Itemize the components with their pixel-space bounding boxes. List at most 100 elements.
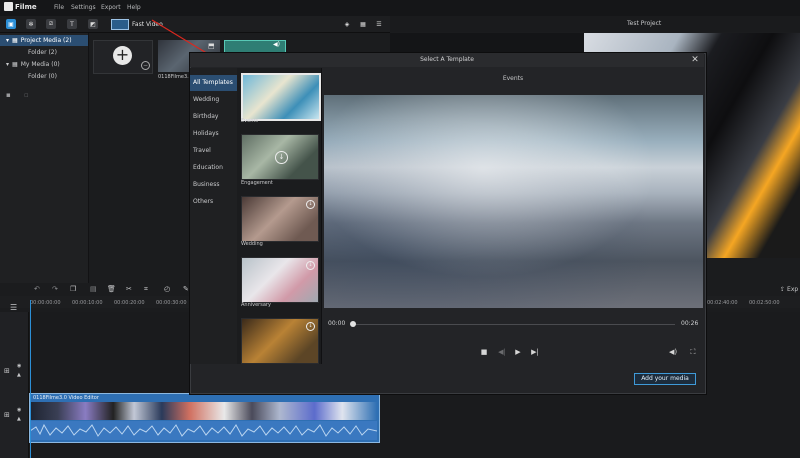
template-anniversary[interactable]: ↓ [241,257,319,303]
sidebar-item-my-folder[interactable]: Folder (0) [0,71,88,82]
edit-icon[interactable]: ✎ [183,285,189,293]
volume-icon[interactable]: ◀) [668,347,678,357]
playhead[interactable] [30,300,31,458]
dialog-title: Select A Template [190,53,704,67]
text-tab-icon[interactable]: T [67,19,77,29]
category-others[interactable]: Others [190,194,237,210]
delete-icon[interactable]: 🗑 [107,285,116,293]
grid-view-icon[interactable]: ▦ [358,19,368,29]
preview-title: Events [502,75,524,82]
project-title: Test Project [627,20,662,27]
clip-label: 0118Filme3.0 Video Editor [33,395,99,401]
effects-tab-icon[interactable]: ✻ [26,19,36,29]
split-icon[interactable]: ✂ [126,285,132,293]
visibility-icon[interactable]: ◉ [17,363,21,369]
copy-icon[interactable]: ❐ [70,285,76,293]
ruler-tick: 00:00:00:00 [30,300,61,306]
sidebar-item-folder[interactable]: Folder (2) [0,47,88,58]
total-time: 00:26 [681,320,699,327]
add-media-icon[interactable]: + [113,46,132,65]
undo-icon[interactable]: ↶ [34,285,40,293]
template-wedding[interactable]: ↓ [241,196,319,242]
sidebar-item-label: Folder (0) [28,73,57,80]
speed-icon[interactable]: ◴ [164,285,170,293]
paste-icon[interactable]: ▤ [90,285,97,293]
layers-icon[interactable]: ◈ [342,19,352,29]
ruler-tick: 00:00:30:00 [156,300,187,306]
crop-icon[interactable]: ⌗ [144,285,148,294]
lock-icon[interactable]: ▲ [17,416,21,422]
expand-icon: ▾ [6,37,10,44]
download-icon[interactable]: ↓ [275,151,288,164]
menu-settings[interactable]: Settings [71,4,96,11]
redo-icon[interactable]: ↷ [52,285,58,293]
category-business[interactable]: Business [190,177,237,193]
ruler-tick: 00:02:40:00 [707,300,738,306]
folder-icon: ▦ [12,37,18,44]
download-icon[interactable]: ↓ [306,322,315,331]
ruler-tick: 00:00:10:00 [72,300,103,306]
sidebar-item-label: Project Media (2) [20,37,72,44]
menu-help[interactable]: Help [127,4,141,11]
ruler-tick: 00:00:20:00 [114,300,145,306]
stop-icon[interactable]: ■ [479,347,489,357]
menu-file[interactable]: File [54,4,64,11]
export-icon: ⇪ [780,286,786,293]
menu-export[interactable]: Export [101,4,121,11]
visibility-icon[interactable]: ◉ [17,407,21,413]
media-tab-icon[interactable]: ▣ [6,19,16,29]
template-engagement[interactable]: ↓ [241,134,319,180]
sidebar-item-label: My Media (0) [20,61,60,68]
export-button[interactable]: ⇪ Exp [780,286,798,293]
app-logo: Filme [4,2,37,11]
category-all-templates[interactable]: All Templates [190,75,237,91]
template-label: Events [241,118,258,124]
template-label: Anniversary [241,302,271,308]
fullscreen-icon[interactable]: ⛶ [688,347,698,357]
track-type-icon: ⊞ [4,367,10,375]
more-options-icon[interactable]: − [141,61,150,70]
template-label: Engagement [241,180,273,186]
category-education[interactable]: Education [190,160,237,176]
new-folder-icon[interactable]: ▪ [6,91,11,99]
template-birthday[interactable]: ↓ [241,318,319,364]
play-icon[interactable]: ▶ [513,347,523,357]
timeline-menu-icon[interactable]: ☰ [10,303,17,312]
ruler-tick: 00:02:50:00 [749,300,780,306]
sidebar-item-label: Folder (2) [28,49,57,56]
download-icon[interactable]: ↓ [306,261,315,270]
clip-thumbnails [30,402,377,420]
folder-icon: ▦ [12,61,18,68]
template-events[interactable] [241,73,321,121]
audio-icon: ◀) [273,41,280,48]
previous-frame-icon[interactable]: ◀| [497,347,507,357]
progress-handle[interactable] [350,321,356,327]
category-wedding[interactable]: Wedding [190,92,237,108]
add-your-media-button[interactable]: Add your media [634,373,696,385]
filter-tab-icon[interactable]: ◩ [88,19,98,29]
track-headers [0,312,29,458]
delete-folder-icon[interactable]: ▫ [24,91,29,99]
close-icon[interactable]: ✕ [690,54,700,66]
expand-icon: ▾ [6,61,10,68]
list-view-icon[interactable]: ☰ [374,19,384,29]
download-icon[interactable]: ↓ [306,200,315,209]
filme-logo-icon [4,2,13,11]
next-frame-icon[interactable]: ▶| [530,347,540,357]
progress-bar[interactable] [353,324,675,325]
app-name: Filme [15,2,37,11]
category-holidays[interactable]: Holidays [190,126,237,142]
template-label: Wedding [241,241,263,247]
lock-icon[interactable]: ▲ [17,372,21,378]
preview-overlay [324,95,703,308]
sidebar-item-my-media[interactable]: ▾ ▦ My Media (0) [0,59,88,70]
sidebar-item-project-media[interactable]: ▾ ▦ Project Media (2) [0,35,88,46]
transitions-tab-icon[interactable]: ⧄ [46,19,56,29]
fast-video-icon [111,19,129,30]
category-birthday[interactable]: Birthday [190,109,237,125]
track-type-icon: ⊞ [4,411,10,419]
export-label: Exp [787,286,799,293]
category-travel[interactable]: Travel [190,143,237,159]
current-time: 00:00 [328,320,346,327]
preview-header [390,16,800,32]
